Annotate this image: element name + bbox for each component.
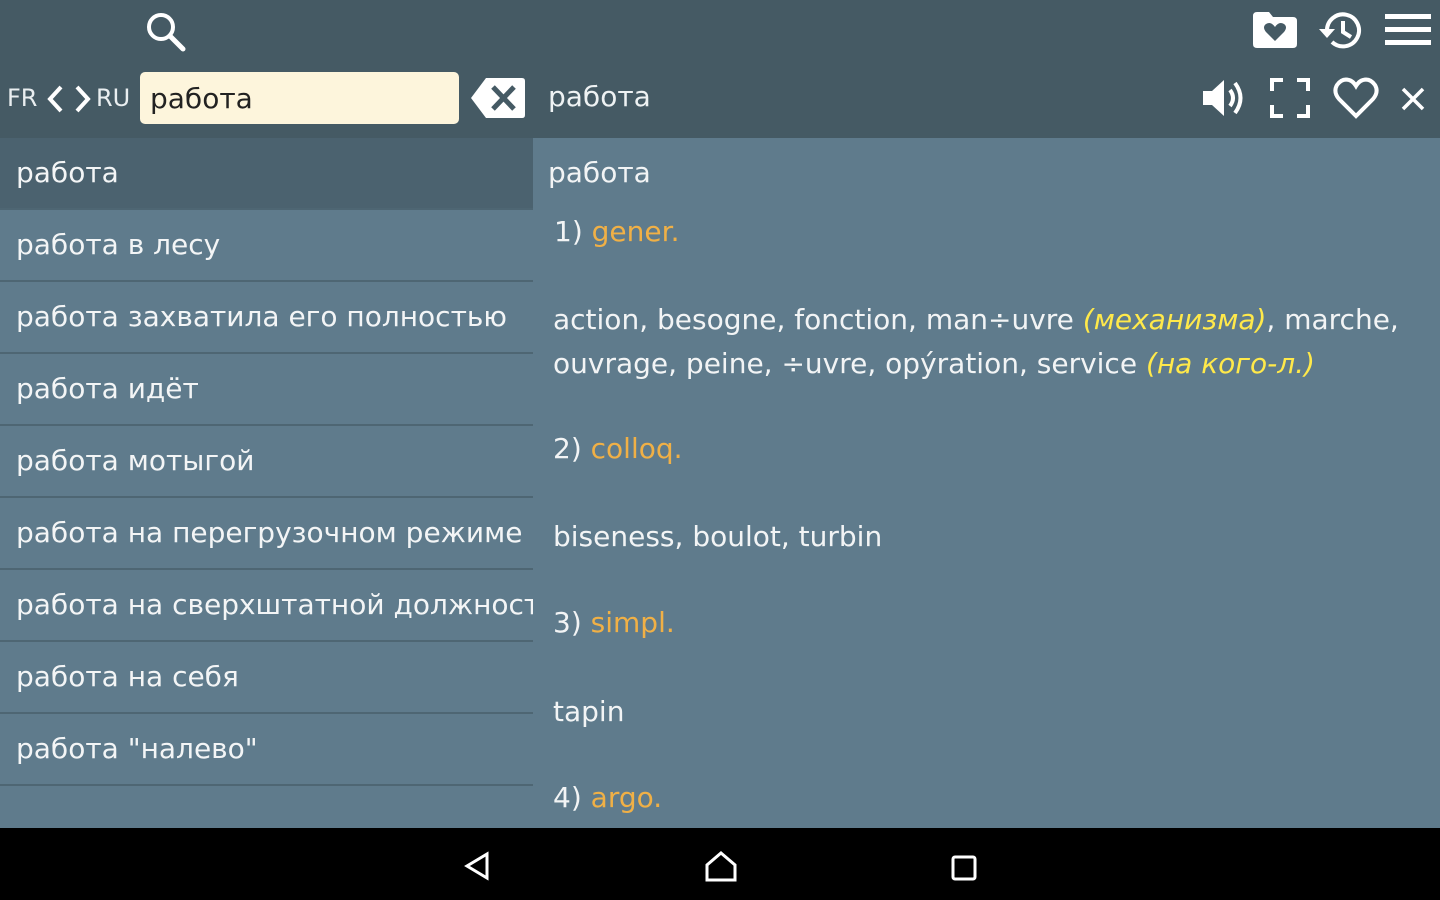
article-title: работа (548, 156, 651, 189)
article-panel: работа 1) gener. action, besogne, foncti… (534, 138, 1440, 828)
back-icon[interactable] (463, 851, 491, 881)
sense-label[interactable]: colloq. (591, 432, 683, 465)
home-icon[interactable] (704, 850, 738, 882)
list-item[interactable]: работа (0, 138, 533, 210)
sense-header: 2) colloq. (553, 432, 683, 465)
close-icon[interactable] (1400, 86, 1426, 112)
header-word: работа (548, 80, 651, 113)
sense-header: 4) argo. (553, 781, 662, 814)
translation-text: action, besogne, fonction, man÷uvre (553, 303, 1083, 336)
speaker-icon[interactable] (1200, 76, 1248, 120)
system-nav-bar (0, 828, 1440, 900)
chevron-left-icon[interactable] (46, 84, 66, 114)
fullscreen-icon[interactable] (1270, 78, 1310, 118)
top-app-bar (0, 0, 1440, 62)
clear-icon[interactable] (470, 76, 526, 120)
list-item[interactable]: работа мотыгой (0, 426, 533, 498)
sense-number: 1) (554, 215, 583, 248)
sense-number: 4) (553, 781, 582, 814)
list-item[interactable]: работа "налево" (0, 714, 533, 786)
list-item[interactable]: работа на перегрузочном режиме (0, 498, 533, 570)
sense-number: 2) (553, 432, 582, 465)
sense-number: 3) (553, 606, 582, 639)
list-item[interactable]: работа в лесу (0, 210, 533, 282)
list-item[interactable]: работа на себя (0, 642, 533, 714)
sense-label[interactable]: gener. (592, 215, 680, 248)
list-item[interactable]: работа на сверхштатной должност (0, 570, 533, 642)
lang-to[interactable]: RU (96, 84, 130, 112)
recents-icon[interactable] (951, 855, 977, 881)
translation-note: (на кого-л.) (1145, 347, 1315, 380)
folder-heart-icon[interactable] (1251, 10, 1299, 50)
search-input[interactable]: работа (140, 72, 459, 124)
lang-from[interactable]: FR (7, 84, 37, 112)
sense-label[interactable]: simpl. (591, 606, 675, 639)
translation-note: (механизма) (1082, 303, 1267, 336)
heart-icon[interactable] (1332, 76, 1380, 120)
translation: tapin (553, 695, 625, 728)
search-icon[interactable] (142, 8, 188, 54)
list-item[interactable]: работа захватила его полностью (0, 282, 533, 354)
history-icon[interactable] (1316, 7, 1366, 55)
menu-icon[interactable] (1385, 12, 1431, 48)
translation: action, besogne, fonction, man÷uvre (мех… (553, 298, 1423, 386)
word-list: работа работа в лесу работа захватила ег… (0, 138, 533, 828)
sense-header: 3) simpl. (553, 606, 675, 639)
chevron-right-icon[interactable] (72, 84, 92, 114)
sense-header: 1) gener. (554, 215, 679, 248)
sense-label[interactable]: argo. (591, 781, 663, 814)
translation: biseness, boulot, turbin (553, 520, 883, 553)
list-item[interactable]: работа идёт (0, 354, 533, 426)
